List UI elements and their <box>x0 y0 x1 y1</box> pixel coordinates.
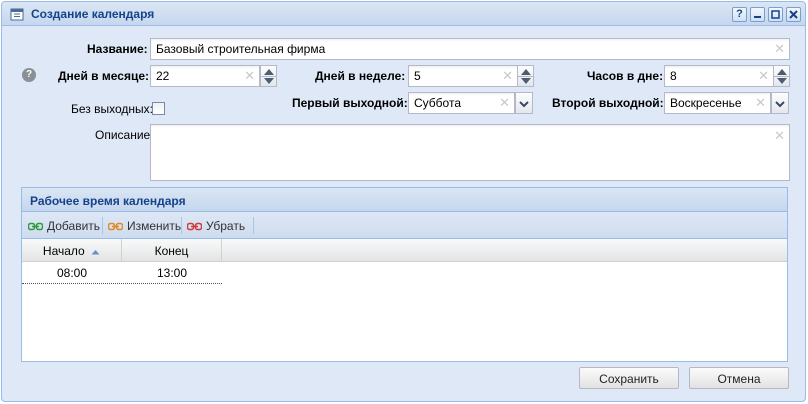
help-icon[interactable]: ? <box>22 68 36 82</box>
second-day-off-dropdown[interactable] <box>771 92 789 114</box>
spin-up-icon[interactable] <box>521 69 531 75</box>
column-start-label: Начало <box>42 244 85 258</box>
create-calendar-window: Создание календаря ? Название: Базовый с… <box>1 1 806 402</box>
first-day-off-value: Суббота <box>414 96 461 110</box>
toolbar-separator <box>102 217 103 234</box>
hours-per-day-spinner[interactable] <box>773 65 790 87</box>
first-day-off-dropdown[interactable] <box>515 92 533 114</box>
no-days-off-checkbox[interactable] <box>152 102 165 115</box>
remove-button-label: Убрать <box>206 219 246 233</box>
add-link-icon <box>28 222 43 230</box>
days-in-month-spinner[interactable] <box>260 65 277 87</box>
spin-up-icon[interactable] <box>264 69 274 75</box>
hours-per-day-field[interactable]: 8 ✕ <box>664 65 774 87</box>
first-day-off-label: Первый выходной: <box>292 96 408 110</box>
clear-description-icon[interactable]: ✕ <box>774 129 785 142</box>
add-button-label: Добавить <box>47 219 101 233</box>
close-icon[interactable] <box>786 7 801 22</box>
clear-first-day-off-icon[interactable]: ✕ <box>499 96 510 109</box>
spin-down-icon[interactable] <box>521 78 531 84</box>
days-in-week-field[interactable]: 5 ✕ <box>408 65 518 87</box>
end-cell: 13:00 <box>156 266 188 280</box>
days-in-week-value: 5 <box>414 69 421 83</box>
clear-name-icon[interactable]: ✕ <box>774 42 785 55</box>
days-in-month-label: Дней в месяце: <box>58 69 150 83</box>
column-end[interactable]: Конец <box>122 239 222 262</box>
chevron-down-icon <box>519 101 529 108</box>
work-time-toolbar: Добавить Изменить Убрать <box>22 212 787 239</box>
work-time-panel: Рабочее время календаря Добавить Изменит… <box>21 187 788 362</box>
calendar-icon <box>10 7 24 21</box>
hours-per-day-value: 8 <box>670 69 677 83</box>
minimize-icon[interactable] <box>750 7 765 22</box>
spin-down-icon[interactable] <box>777 78 787 84</box>
chevron-down-icon <box>775 101 785 108</box>
name-field[interactable]: Базовый строительная фирма ✕ <box>150 38 790 60</box>
window-title: Создание календаря <box>31 7 155 21</box>
edit-link-icon <box>108 222 123 230</box>
table-row[interactable]: 08:00 13:00 <box>22 262 222 284</box>
work-time-title: Рабочее время календаря <box>22 188 787 212</box>
add-button[interactable]: Добавить <box>28 219 100 233</box>
description-textarea[interactable]: ✕ <box>150 124 790 181</box>
second-day-off-label: Второй выходной: <box>552 96 664 110</box>
hours-per-day-label: Часов в дне: <box>587 69 664 83</box>
help-icon[interactable]: ? <box>732 7 747 22</box>
spin-up-icon[interactable] <box>777 69 787 75</box>
column-start[interactable]: Начало <box>22 239 122 262</box>
clear-days-in-week-icon[interactable]: ✕ <box>502 69 513 82</box>
form-body: Название: Базовый строительная фирма ✕ ?… <box>10 32 799 395</box>
start-cell: 08:00 <box>56 266 88 280</box>
description-label: Описание: <box>95 128 154 142</box>
clear-second-day-off-icon[interactable]: ✕ <box>755 96 766 109</box>
name-label: Название: <box>87 42 148 56</box>
edit-button[interactable]: Изменить <box>108 219 181 233</box>
clear-days-in-month-icon[interactable]: ✕ <box>244 69 255 82</box>
toolbar-separator <box>253 217 254 234</box>
maximize-icon[interactable] <box>768 7 783 22</box>
edit-button-label: Изменить <box>127 219 182 233</box>
spin-down-icon[interactable] <box>264 78 274 84</box>
sort-asc-icon <box>91 250 100 255</box>
grid-header: Начало Конец <box>22 239 787 262</box>
no-days-off-label: Без выходных: <box>71 102 153 116</box>
clear-hours-per-day-icon[interactable]: ✕ <box>758 69 769 82</box>
remove-link-icon <box>187 222 202 230</box>
days-in-month-value: 22 <box>156 69 170 83</box>
first-day-off-select[interactable]: Суббота ✕ <box>408 92 515 114</box>
name-value: Базовый строительная фирма <box>156 42 326 56</box>
second-day-off-value: Воскресенье <box>670 96 742 110</box>
days-in-week-spinner[interactable] <box>517 65 534 87</box>
remove-button[interactable]: Убрать <box>187 219 245 233</box>
days-in-week-label: Дней в неделе: <box>315 69 406 83</box>
toolbar-separator <box>181 217 182 234</box>
days-in-month-field[interactable]: 22 ✕ <box>150 65 260 87</box>
save-button[interactable]: Сохранить <box>579 367 679 389</box>
column-end-label: Конец <box>154 244 189 258</box>
second-day-off-select[interactable]: Воскресенье ✕ <box>664 92 771 114</box>
window-titlebar[interactable]: Создание календаря ? <box>2 2 805 26</box>
cancel-button[interactable]: Отмена <box>689 367 789 389</box>
